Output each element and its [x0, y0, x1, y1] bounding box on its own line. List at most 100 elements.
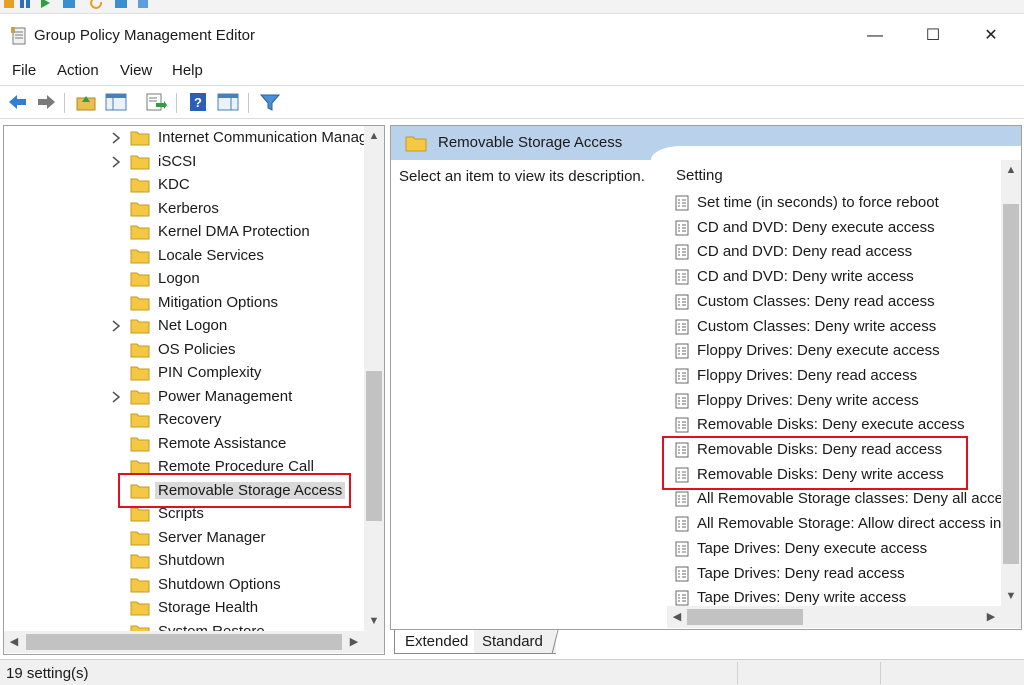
tree-item[interactable]: Net Logon — [4, 315, 364, 338]
scroll-right-icon[interactable]: ▶ — [344, 632, 364, 652]
policy-setting-icon — [675, 269, 689, 285]
show-hide-tree-icon[interactable] — [104, 91, 128, 113]
details-header-title: Removable Storage Access — [438, 134, 623, 151]
setting-row[interactable]: Tape Drives: Deny read access — [675, 562, 1001, 586]
scroll-up-icon[interactable]: ▲ — [1001, 160, 1021, 180]
setting-label: Tape Drives: Deny execute access — [697, 539, 928, 557]
folder-icon — [130, 483, 150, 499]
scroll-left-icon[interactable]: ◀ — [4, 632, 24, 652]
partial-icon — [90, 0, 103, 9]
up-folder-icon[interactable] — [74, 91, 98, 113]
minimize-button[interactable]: — — [852, 22, 898, 50]
partial-icon — [4, 0, 14, 8]
menu-help[interactable]: Help — [172, 62, 203, 79]
properties-pane-icon[interactable] — [216, 91, 240, 113]
tree-item[interactable]: PIN Complexity — [4, 362, 364, 385]
tree-item-label: KDC — [158, 176, 190, 193]
menu-file[interactable]: File — [12, 62, 36, 79]
setting-row[interactable]: Tape Drives: Deny execute access — [675, 537, 1001, 561]
tree-item[interactable]: OS Policies — [4, 339, 364, 362]
tree-item[interactable]: Remote Procedure Call — [4, 456, 364, 479]
setting-row[interactable]: CD and DVD: Deny read access — [675, 240, 1001, 264]
tree-item[interactable]: Removable Storage Access — [4, 480, 364, 503]
scroll-down-icon[interactable]: ▼ — [364, 611, 384, 631]
toolbar-separator — [176, 93, 177, 113]
tree-item[interactable]: Server Manager — [4, 527, 364, 550]
maximize-button[interactable]: ☐ — [910, 22, 956, 50]
scroll-thumb[interactable] — [26, 634, 342, 650]
setting-row[interactable]: Tape Drives: Deny write access — [675, 586, 1001, 606]
column-header-setting[interactable]: Setting — [676, 167, 723, 184]
policy-setting-icon — [675, 220, 689, 236]
setting-label: CD and DVD: Deny read access — [697, 243, 913, 261]
tree-horizontal-scrollbar[interactable]: ◀ ▶ — [4, 631, 364, 653]
setting-row[interactable]: CD and DVD: Deny write access — [675, 265, 1001, 289]
tree-item[interactable]: Recovery — [4, 409, 364, 432]
chevron-right-icon[interactable] — [110, 130, 122, 146]
chevron-right-icon[interactable] — [110, 389, 122, 405]
scroll-down-icon[interactable]: ▼ — [1001, 586, 1021, 606]
scroll-left-icon[interactable]: ◀ — [667, 607, 687, 627]
setting-row[interactable]: Custom Classes: Deny read access — [675, 290, 1001, 314]
tree-item[interactable]: System Restore — [4, 621, 364, 631]
tree-item[interactable]: Kerberos — [4, 198, 364, 221]
tree-vertical-scrollbar[interactable]: ▲ ▼ — [364, 126, 384, 631]
background-window-strip — [0, 0, 1024, 14]
tree-item[interactable]: iSCSI — [4, 151, 364, 174]
help-icon[interactable]: ? — [186, 91, 210, 113]
setting-row[interactable]: Custom Classes: Deny write access — [675, 315, 1001, 339]
toolbar-separator — [248, 93, 249, 113]
policy-setting-icon — [675, 195, 689, 211]
setting-row[interactable]: Set time (in seconds) to force reboot — [675, 191, 1001, 215]
setting-label: All Removable Storage classes: Deny all … — [697, 490, 1001, 508]
scroll-up-icon[interactable]: ▲ — [364, 126, 384, 146]
setting-row[interactable]: Floppy Drives: Deny write access — [675, 389, 1001, 413]
export-list-icon[interactable] — [144, 91, 168, 113]
setting-label: CD and DVD: Deny execute access — [697, 218, 935, 236]
tree-item[interactable]: Internet Communication Manag — [4, 127, 364, 150]
setting-row[interactable]: CD and DVD: Deny execute access — [675, 216, 1001, 240]
tree-item[interactable]: Shutdown — [4, 550, 364, 573]
tree-item[interactable]: Remote Assistance — [4, 433, 364, 456]
setting-row[interactable]: Removable Disks: Deny execute access — [675, 413, 1001, 437]
tree-item[interactable]: Storage Health — [4, 597, 364, 620]
scroll-right-icon[interactable]: ▶ — [981, 607, 1001, 627]
menu-action[interactable]: Action — [57, 62, 99, 79]
console-tree-pane: Internet Communication Manag iSCSI KDC Kerb… — [3, 125, 385, 655]
forward-arrow-icon[interactable] — [34, 91, 58, 113]
tab-standard[interactable]: Standard — [474, 630, 556, 654]
tree-item[interactable]: Logon — [4, 268, 364, 291]
setting-row[interactable]: Floppy Drives: Deny execute access — [675, 339, 1001, 363]
tree-item[interactable]: Locale Services — [4, 245, 364, 268]
settings-horizontal-scrollbar[interactable]: ◀ ▶ — [667, 606, 1001, 628]
tree-item-label: Scripts — [158, 505, 204, 522]
tree-item[interactable]: Mitigation Options — [4, 292, 364, 315]
partial-icon — [20, 0, 30, 8]
setting-row[interactable]: All Removable Storage: Allow direct acce… — [675, 512, 1001, 536]
tree-item[interactable]: KDC — [4, 174, 364, 197]
setting-row[interactable]: Removable Disks: Deny read access — [675, 438, 1001, 462]
filter-icon[interactable] — [258, 91, 282, 113]
chevron-right-icon[interactable] — [110, 154, 122, 170]
scroll-thumb[interactable] — [366, 371, 382, 521]
chevron-right-icon[interactable] — [110, 318, 122, 334]
setting-row[interactable]: Removable Disks: Deny write access — [675, 463, 1001, 487]
tree-item[interactable]: Scripts — [4, 503, 364, 526]
tree-item[interactable]: Shutdown Options — [4, 574, 364, 597]
settings-vertical-scrollbar[interactable]: ▲ ▼ — [1001, 160, 1021, 606]
group-policy-app-icon — [11, 27, 26, 45]
close-button[interactable]: ✕ — [968, 22, 1014, 50]
setting-row[interactable]: All Removable Storage classes: Deny all … — [675, 487, 1001, 511]
tree-item-label: iSCSI — [158, 152, 197, 170]
menu-view[interactable]: View — [120, 62, 152, 79]
scroll-thumb[interactable] — [1003, 204, 1019, 564]
tab-extended[interactable]: Extended — [394, 630, 474, 654]
folder-icon — [130, 412, 150, 428]
scroll-thumb[interactable] — [687, 609, 803, 625]
policy-setting-icon — [675, 541, 689, 557]
tree-item[interactable]: Kernel DMA Protection — [4, 221, 364, 244]
tree-item[interactable]: Power Management — [4, 386, 364, 409]
tree-item-label: OS Policies — [158, 340, 236, 358]
setting-row[interactable]: Floppy Drives: Deny read access — [675, 364, 1001, 388]
back-arrow-icon[interactable] — [6, 91, 30, 113]
